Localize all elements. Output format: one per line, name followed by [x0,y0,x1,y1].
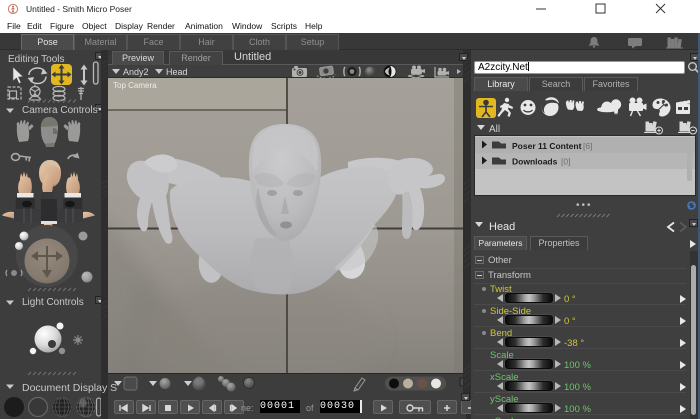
svg-text:Downloads: Downloads [512,157,558,167]
svg-text:All: All [489,124,500,135]
svg-text:[6]: [6] [583,141,592,151]
svg-text:Top Camera: Top Camera [113,81,157,90]
svg-text:Andy2: Andy2 [123,67,149,77]
svg-text:Poser 11 Content: Poser 11 Content [512,141,582,151]
svg-text:[0]: [0] [561,157,570,167]
svg-text:Head: Head [166,67,188,77]
